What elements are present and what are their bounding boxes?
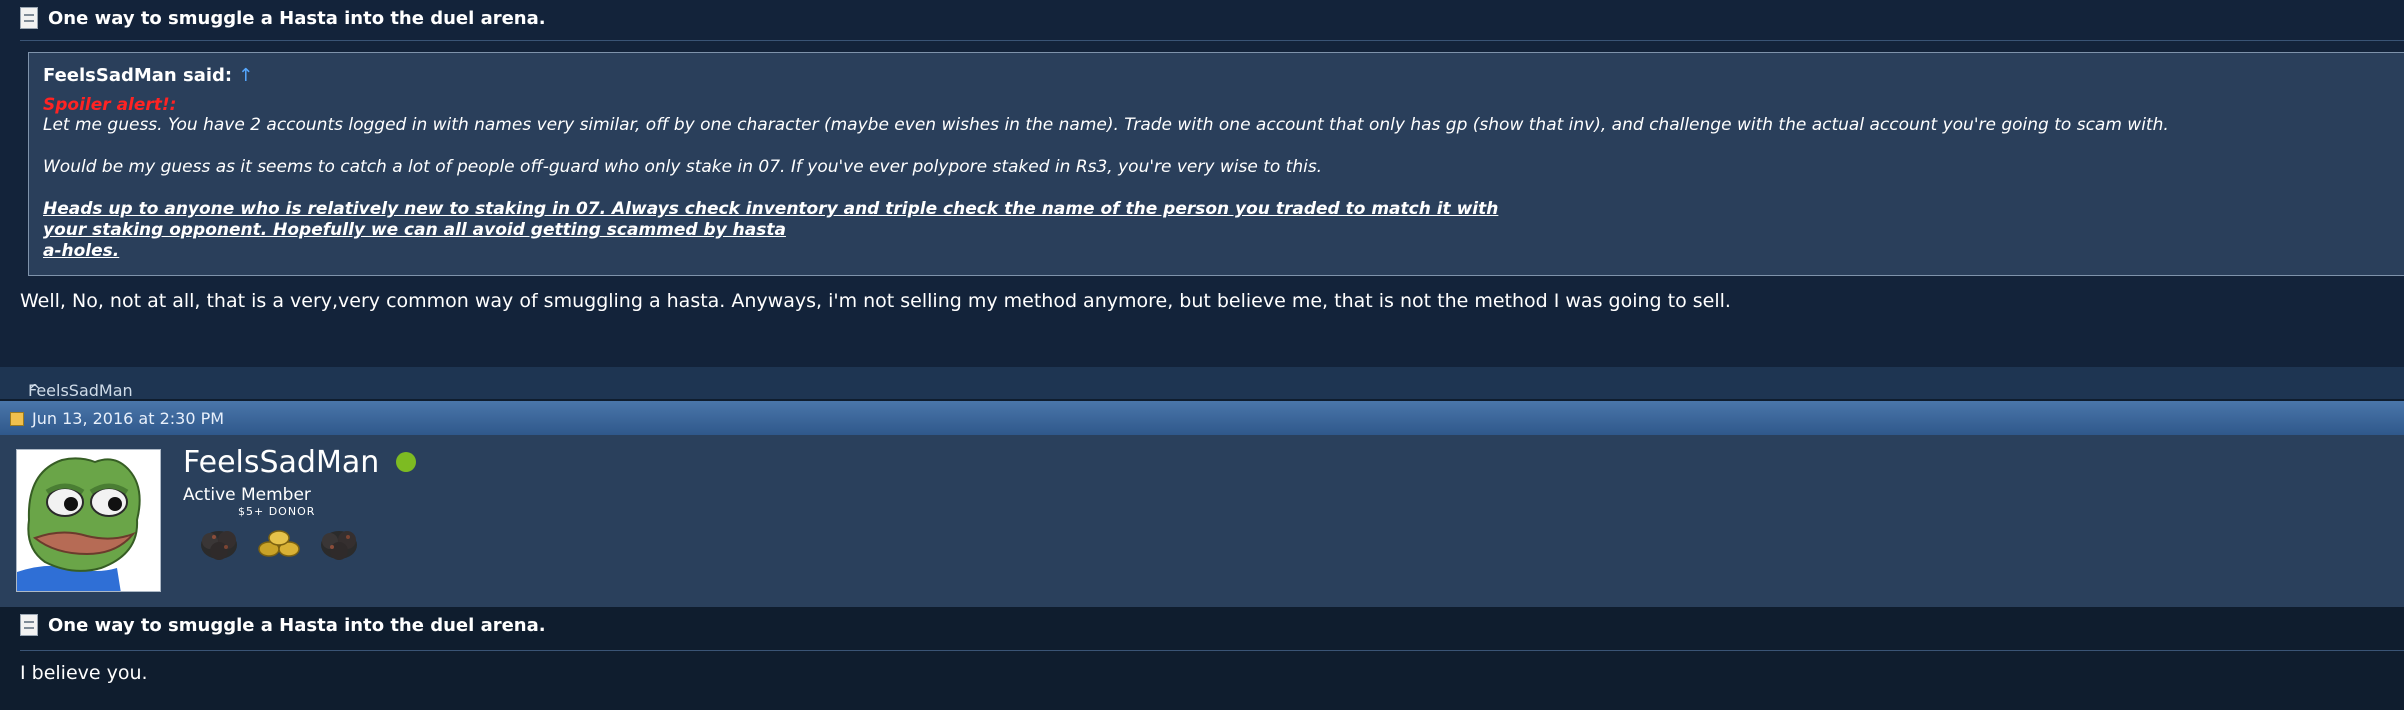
post-1-message: Well, No, not at all, that is a very,ver… — [20, 290, 1731, 312]
thread-title[interactable]: One way to smuggle a Hasta into the duel… — [48, 8, 546, 29]
post-date-bar: Jun 13, 2016 at 2:30 PM — [0, 401, 2404, 435]
document-icon — [20, 614, 38, 636]
quote-block: FeelsSadMan said: ↑ Spoiler alert!: Let m… — [28, 52, 2404, 276]
gold-coins-badge-icon — [258, 530, 300, 557]
document-icon — [20, 7, 38, 29]
avatar[interactable] — [16, 449, 161, 592]
quote-bold-2: your staking opponent. Hopefully we can … — [43, 220, 786, 240]
post-date[interactable]: Jun 13, 2016 at 2:30 PM — [32, 409, 224, 428]
donor-label: $5+ DONOR — [238, 505, 316, 518]
post-icon — [10, 412, 24, 426]
thread-title[interactable]: One way to smuggle a Hasta into the duel… — [48, 615, 546, 636]
post-2-message: I believe you. — [20, 662, 148, 684]
quote-text-1: Let me guess. You have 2 accounts logged… — [43, 115, 2169, 135]
divider — [20, 40, 2404, 41]
coal-badge-icon — [201, 531, 237, 560]
user-info: FeelsSadMan Active Member $5+ DONOR — [0, 435, 2404, 607]
quote-bold-3: a-holes. — [43, 241, 120, 261]
user-title: Active Member — [183, 485, 311, 505]
coal-badge-icon — [321, 531, 357, 560]
post-1: One way to smuggle a Hasta into the duel… — [0, 0, 2404, 367]
thread-title-row: One way to smuggle a Hasta into the duel… — [20, 607, 546, 643]
username[interactable]: FeelsSadMan — [183, 445, 379, 480]
online-status-icon — [396, 452, 416, 472]
spoiler-label: Spoiler alert!: — [43, 95, 177, 115]
post-2: One way to smuggle a Hasta into the duel… — [0, 607, 2404, 710]
likes-bar: ^ FeelsSadMan likes this. — [0, 367, 2404, 419]
frog-avatar-icon — [17, 450, 160, 591]
divider — [20, 650, 2404, 651]
quote-author: FeelsSadMan said: ↑ — [43, 65, 253, 86]
thread-title-row: One way to smuggle a Hasta into the duel… — [20, 0, 546, 36]
quote-bold-1: Heads up to anyone who is relatively new… — [43, 199, 1499, 219]
quote-text-2: Would be my guess as it seems to catch a… — [43, 157, 1323, 177]
quote-author-name[interactable]: FeelsSadMan said: — [43, 65, 232, 86]
quote-jump-icon[interactable]: ↑ — [238, 65, 253, 86]
